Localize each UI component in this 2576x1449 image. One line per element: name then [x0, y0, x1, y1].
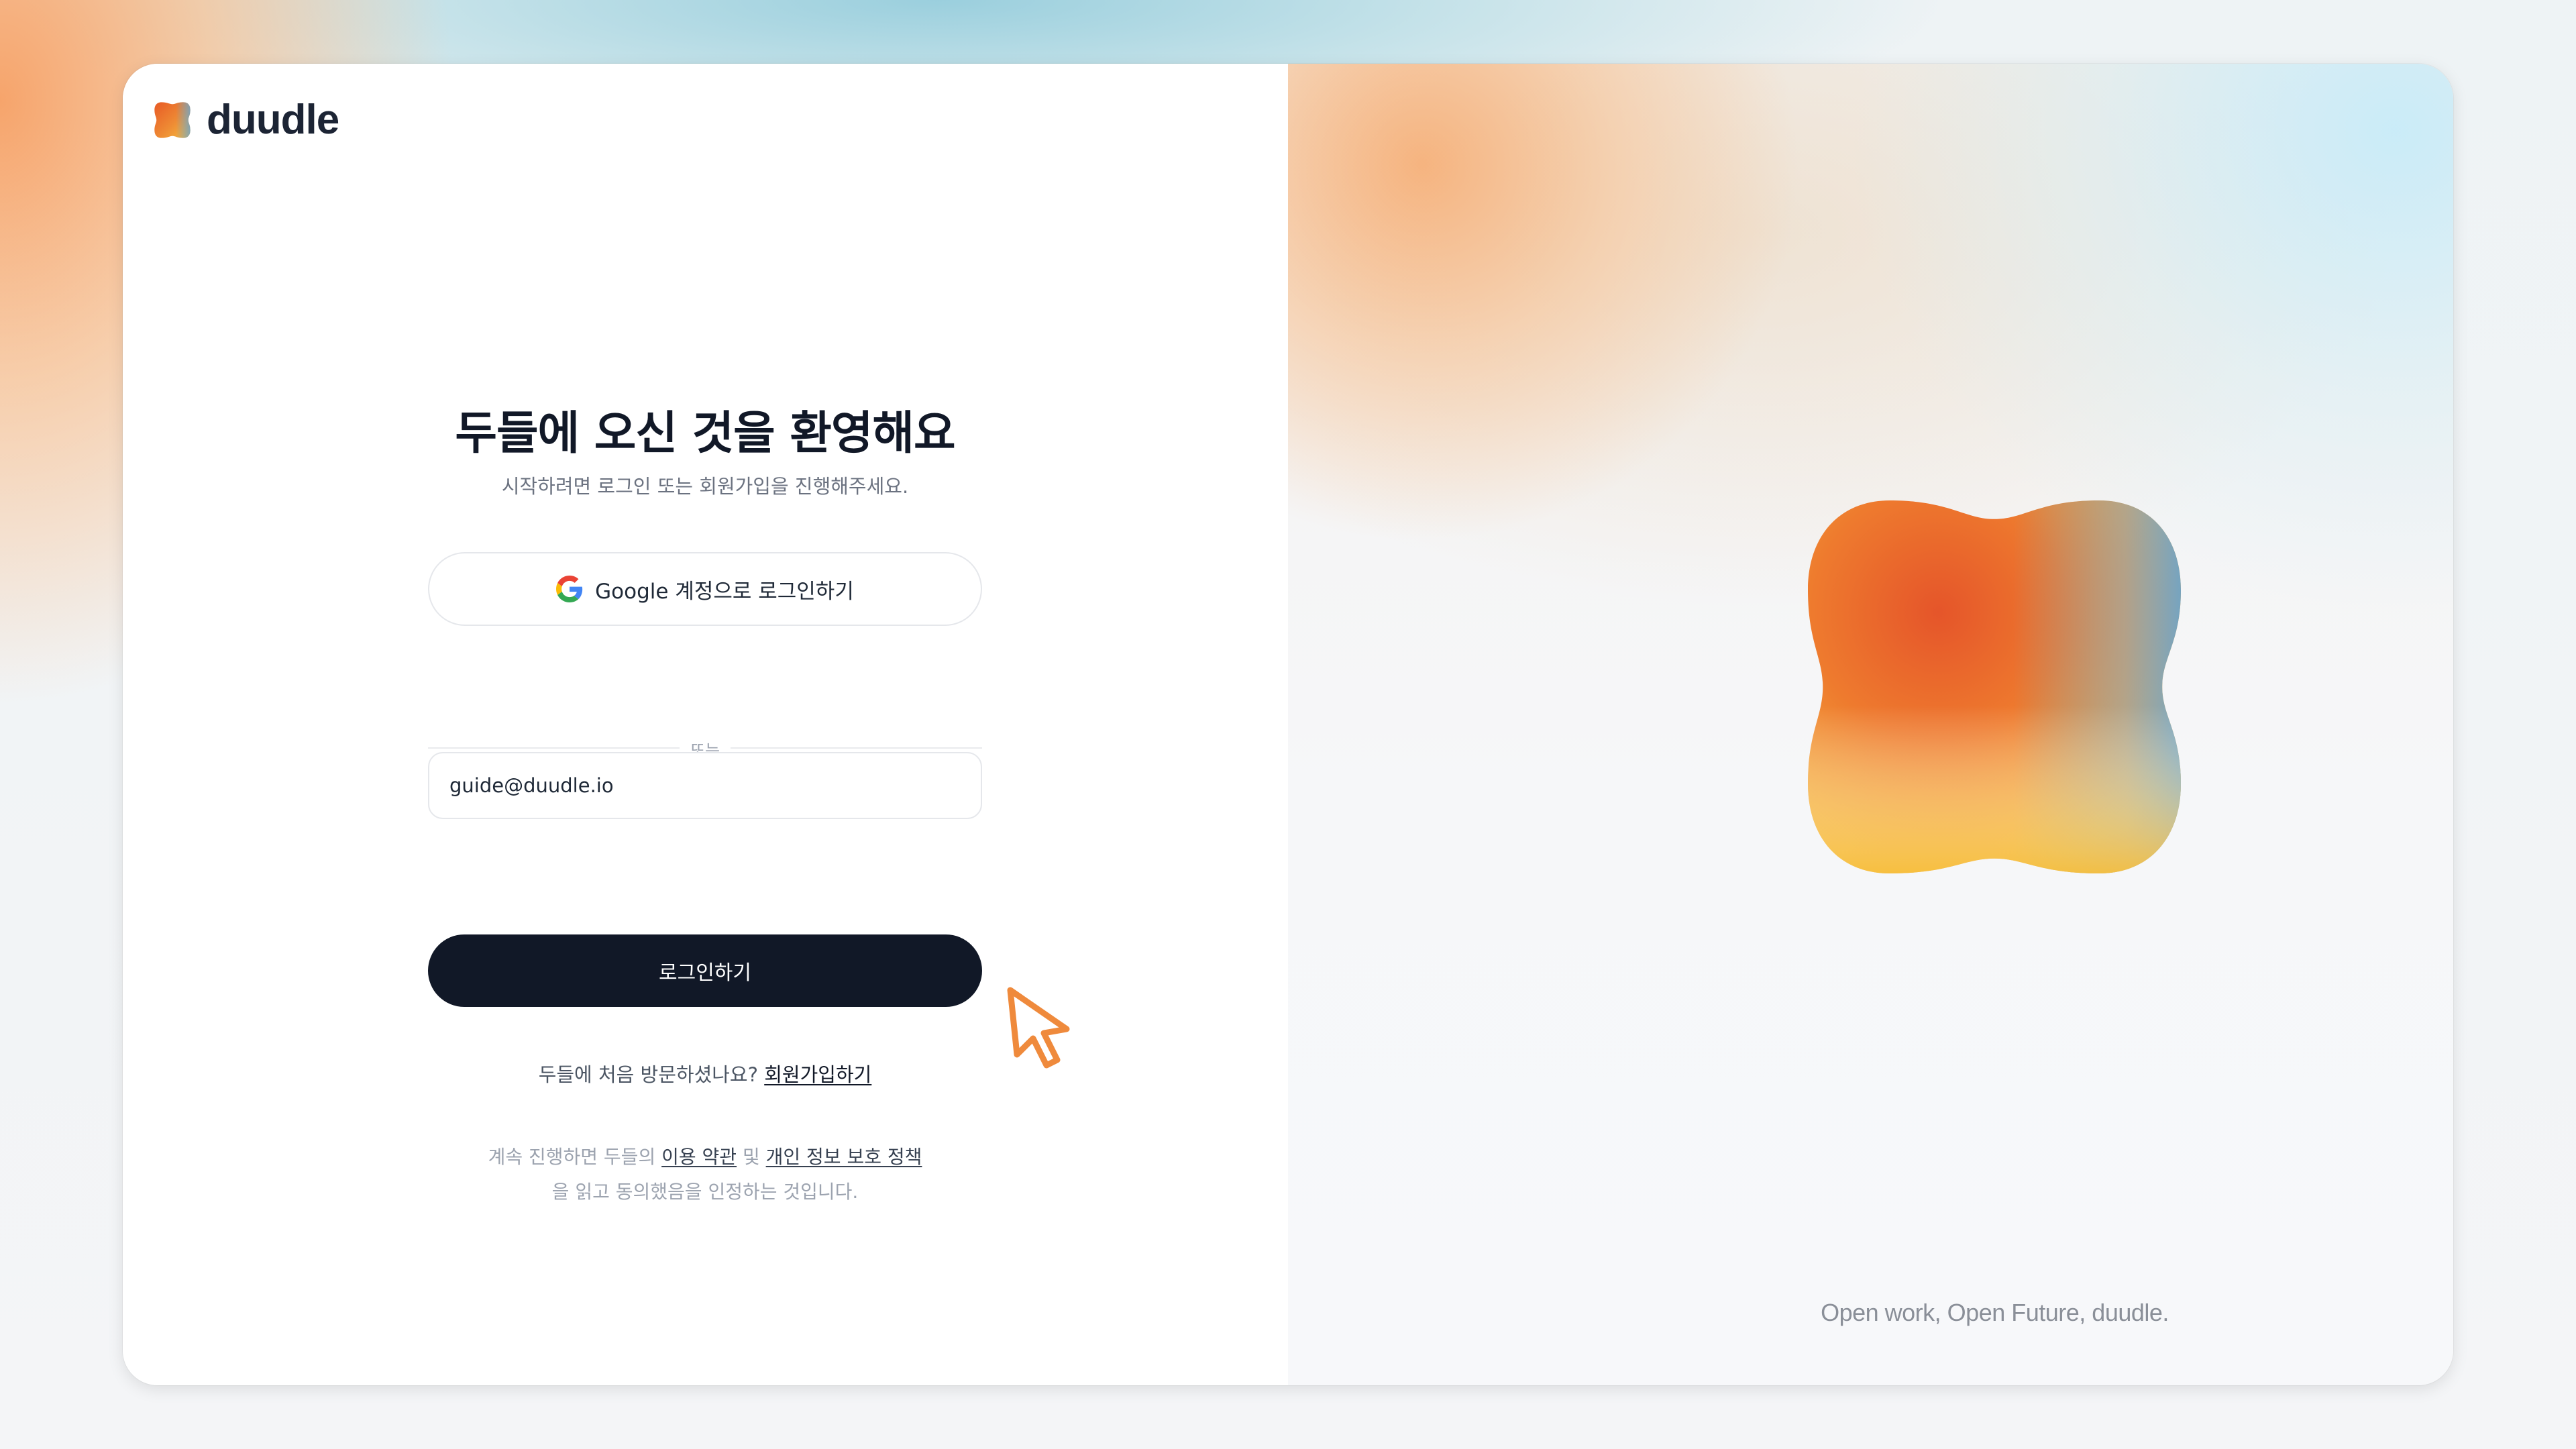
divider-line-right — [731, 747, 982, 749]
page-title: 두들에 오신 것을 환영해요 — [455, 407, 955, 460]
brand-name: duudle — [207, 97, 339, 143]
terms-suffix: 을 읽고 동의했음을 인정하는 것입니다. — [551, 1181, 859, 1203]
terms-notice: 계속 진행하면 두들의 이용 약관 및 개인 정보 보호 정책을 읽고 동의했음… — [485, 1140, 925, 1210]
hero-panel: Open work, Open Future, duudle. — [1288, 64, 2453, 1385]
brand-logo[interactable]: duudle — [153, 96, 339, 144]
privacy-link[interactable]: 개인 정보 보호 정책 — [766, 1146, 922, 1168]
signup-prompt: 두들에 처음 방문하셨나요? 회원가입하기 — [428, 1059, 982, 1087]
duudle-brand-shape-icon — [1808, 500, 2181, 873]
google-login-button[interactable]: Google 계정으로 로그인하기 — [428, 552, 982, 626]
login-card: duudle 두들에 오신 것을 환영해요 시작하려면 로그인 또는 회원가입을… — [123, 64, 2453, 1385]
terms-link[interactable]: 이용 약관 — [661, 1146, 737, 1168]
signup-link[interactable]: 회원가입하기 — [764, 1063, 871, 1086]
email-field[interactable] — [428, 752, 982, 819]
hero-tagline: Open work, Open Future, duudle. — [1821, 1299, 2169, 1326]
terms-mid: 및 — [737, 1146, 766, 1168]
login-button[interactable]: 로그인하기 — [428, 934, 982, 1007]
pointer-cursor-icon — [1007, 987, 1070, 1069]
page-subtitle: 시작하려면 로그인 또는 회원가입을 진행해주세요. — [501, 475, 909, 498]
google-icon — [556, 576, 583, 602]
duudle-logo-icon — [154, 101, 191, 138]
login-panel: duudle 두들에 오신 것을 환영해요 시작하려면 로그인 또는 회원가입을… — [123, 64, 1288, 1385]
google-login-label: Google 계정으로 로그인하기 — [595, 579, 854, 604]
signup-prompt-text: 두들에 처음 방문하셨나요? — [538, 1063, 758, 1086]
terms-prefix: 계속 진행하면 두들의 — [488, 1146, 662, 1168]
